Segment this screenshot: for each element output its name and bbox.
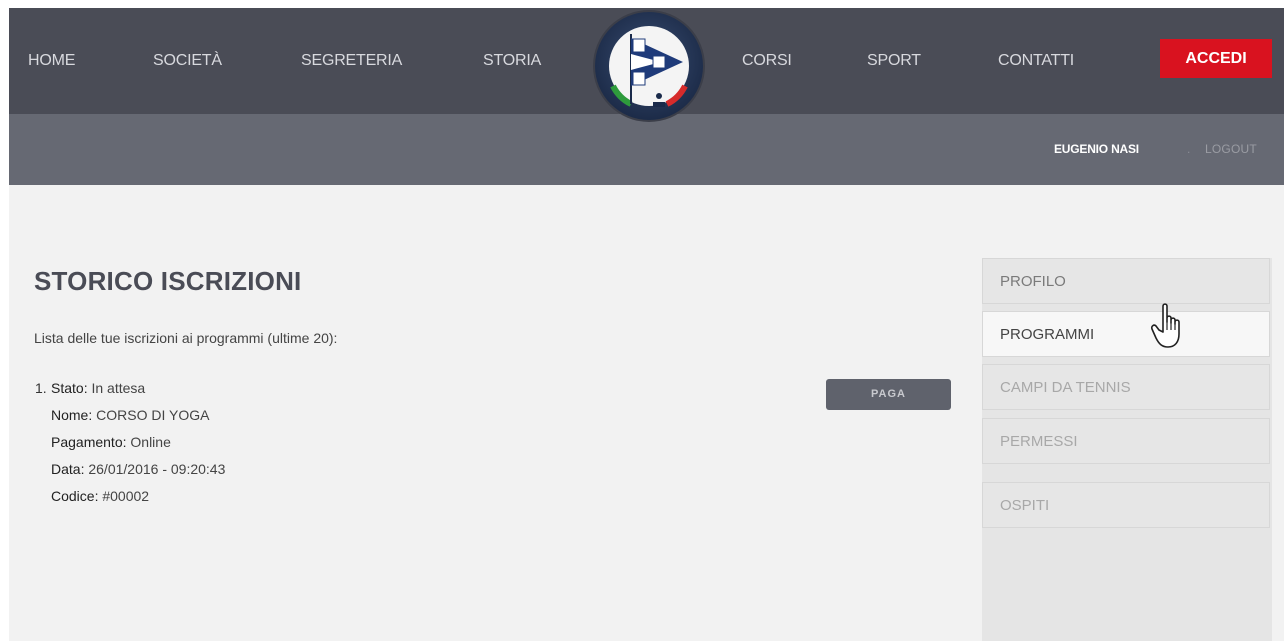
club-burgee-logo-icon[interactable] bbox=[591, 8, 707, 124]
nav-societa[interactable]: SOCIETÀ bbox=[153, 8, 222, 114]
data-value: 26/01/2016 - 09:20:43 bbox=[88, 461, 226, 477]
data-label: Data: bbox=[51, 461, 89, 477]
sidebar-item-profilo[interactable]: PROFILO bbox=[982, 258, 1270, 304]
page-title: STORICO ISCRIZIONI bbox=[34, 266, 302, 296]
nav-home[interactable]: HOME bbox=[28, 8, 75, 114]
sidebar-item-programmi[interactable]: PROGRAMMI bbox=[982, 311, 1270, 357]
sidebar-item-permessi[interactable]: PERMESSI bbox=[982, 418, 1270, 464]
sidebar-item-campi-da-tennis[interactable]: CAMPI DA TENNIS bbox=[982, 364, 1270, 410]
user-bar: EUGENIO NASI . LOGOUT bbox=[9, 114, 1284, 185]
codice-value: #00002 bbox=[102, 488, 150, 504]
entry-stato: Stato: In attesa bbox=[51, 375, 225, 402]
nome-label: Nome: bbox=[51, 407, 97, 423]
intro-text: Lista delle tue iscrizioni ai programmi … bbox=[34, 330, 338, 346]
nav-corsi[interactable]: CORSI bbox=[742, 8, 792, 114]
entry-codice: Codice: #00002 bbox=[51, 483, 225, 510]
pagamento-label: Pagamento: bbox=[51, 434, 131, 450]
entry-data: Data: 26/01/2016 - 09:20:43 bbox=[51, 456, 225, 483]
entry-number: 1. bbox=[35, 380, 47, 396]
nav-sport[interactable]: SPORT bbox=[867, 8, 921, 114]
pagamento-value: Online bbox=[130, 434, 171, 450]
username[interactable]: EUGENIO NASI bbox=[1054, 114, 1139, 185]
nav-contatti[interactable]: CONTATTI bbox=[998, 8, 1074, 114]
hand-cursor-icon bbox=[1149, 302, 1189, 350]
entry-pagamento: Pagamento: Online bbox=[51, 429, 225, 456]
nome-value: CORSO DI YOGA bbox=[96, 407, 210, 423]
page: HOME SOCIETÀ SEGRETERIA STORIA CORSI SPO… bbox=[9, 8, 1284, 641]
entry-nome: Nome: CORSO DI YOGA bbox=[51, 402, 225, 429]
sidebar: PROFILO PROGRAMMI CAMPI DA TENNIS PERMES… bbox=[982, 258, 1272, 641]
stato-label: Stato: bbox=[51, 380, 92, 396]
sidebar-item-ospiti[interactable]: OSPITI bbox=[982, 482, 1270, 528]
logout-link[interactable]: LOGOUT bbox=[1205, 114, 1257, 185]
list-item: 1. Stato: In attesa Nome: CORSO DI YOGA … bbox=[35, 375, 225, 510]
codice-label: Codice: bbox=[51, 488, 103, 504]
nav-segreteria[interactable]: SEGRETERIA bbox=[301, 8, 402, 114]
user-separator: . bbox=[1187, 142, 1191, 156]
nav-storia[interactable]: STORIA bbox=[483, 8, 541, 114]
stato-value: In attesa bbox=[91, 380, 146, 396]
login-button[interactable]: ACCEDI bbox=[1160, 39, 1272, 78]
pay-button[interactable]: PAGA bbox=[826, 379, 951, 410]
